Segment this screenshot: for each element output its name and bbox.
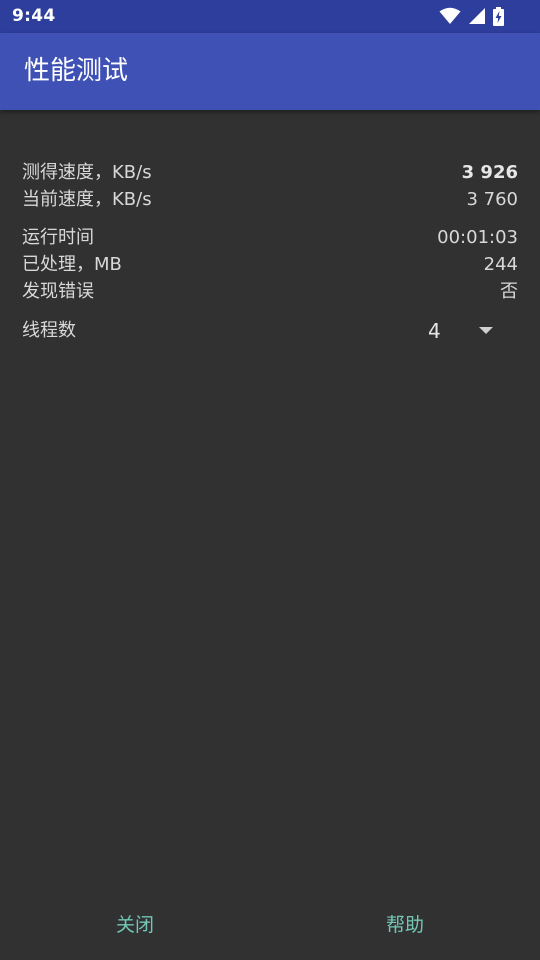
battery-charging-icon	[493, 6, 504, 26]
processed-label: 已处理，MB	[22, 254, 122, 275]
current-speed-value: 3 760	[466, 189, 518, 210]
app-bar: 性能测试	[0, 33, 540, 110]
page-title: 性能测试	[24, 56, 129, 86]
close-button[interactable]: 关闭	[55, 902, 215, 948]
current-speed-row: 当前速度，KB/s 3 760	[22, 186, 518, 213]
stats-panel: 测得速度，KB/s 3 926 当前速度，KB/s 3 760 运行时间 00:…	[0, 110, 540, 890]
measured-speed-label: 测得速度，KB/s	[22, 162, 152, 183]
status-bar: 9:44	[0, 0, 540, 33]
errors-label: 发现错误	[22, 281, 94, 302]
signal-icon	[469, 8, 485, 24]
errors-row: 发现错误 否	[22, 278, 518, 305]
threads-row: 线程数 4	[22, 316, 518, 346]
help-button[interactable]: 帮助	[325, 902, 485, 948]
run-time-value: 00:01:03	[437, 227, 518, 248]
processed-value: 244	[483, 254, 518, 275]
threads-dropdown[interactable]: 4	[418, 316, 498, 346]
measured-speed-value: 3 926	[461, 162, 518, 183]
threads-selected-value: 4	[428, 319, 441, 343]
status-icons	[439, 6, 504, 26]
current-speed-label: 当前速度，KB/s	[22, 189, 152, 210]
status-time: 9:44	[12, 6, 56, 26]
wifi-icon	[439, 7, 461, 24]
run-time-row: 运行时间 00:01:03	[22, 224, 518, 251]
threads-label: 线程数	[22, 320, 76, 341]
measured-speed-row: 测得速度，KB/s 3 926	[22, 159, 518, 186]
errors-value: 否	[500, 281, 518, 302]
run-time-label: 运行时间	[22, 227, 94, 248]
bottom-button-bar: 关闭 帮助	[0, 890, 540, 960]
processed-row: 已处理，MB 244	[22, 251, 518, 278]
dropdown-arrow-icon	[479, 327, 493, 334]
